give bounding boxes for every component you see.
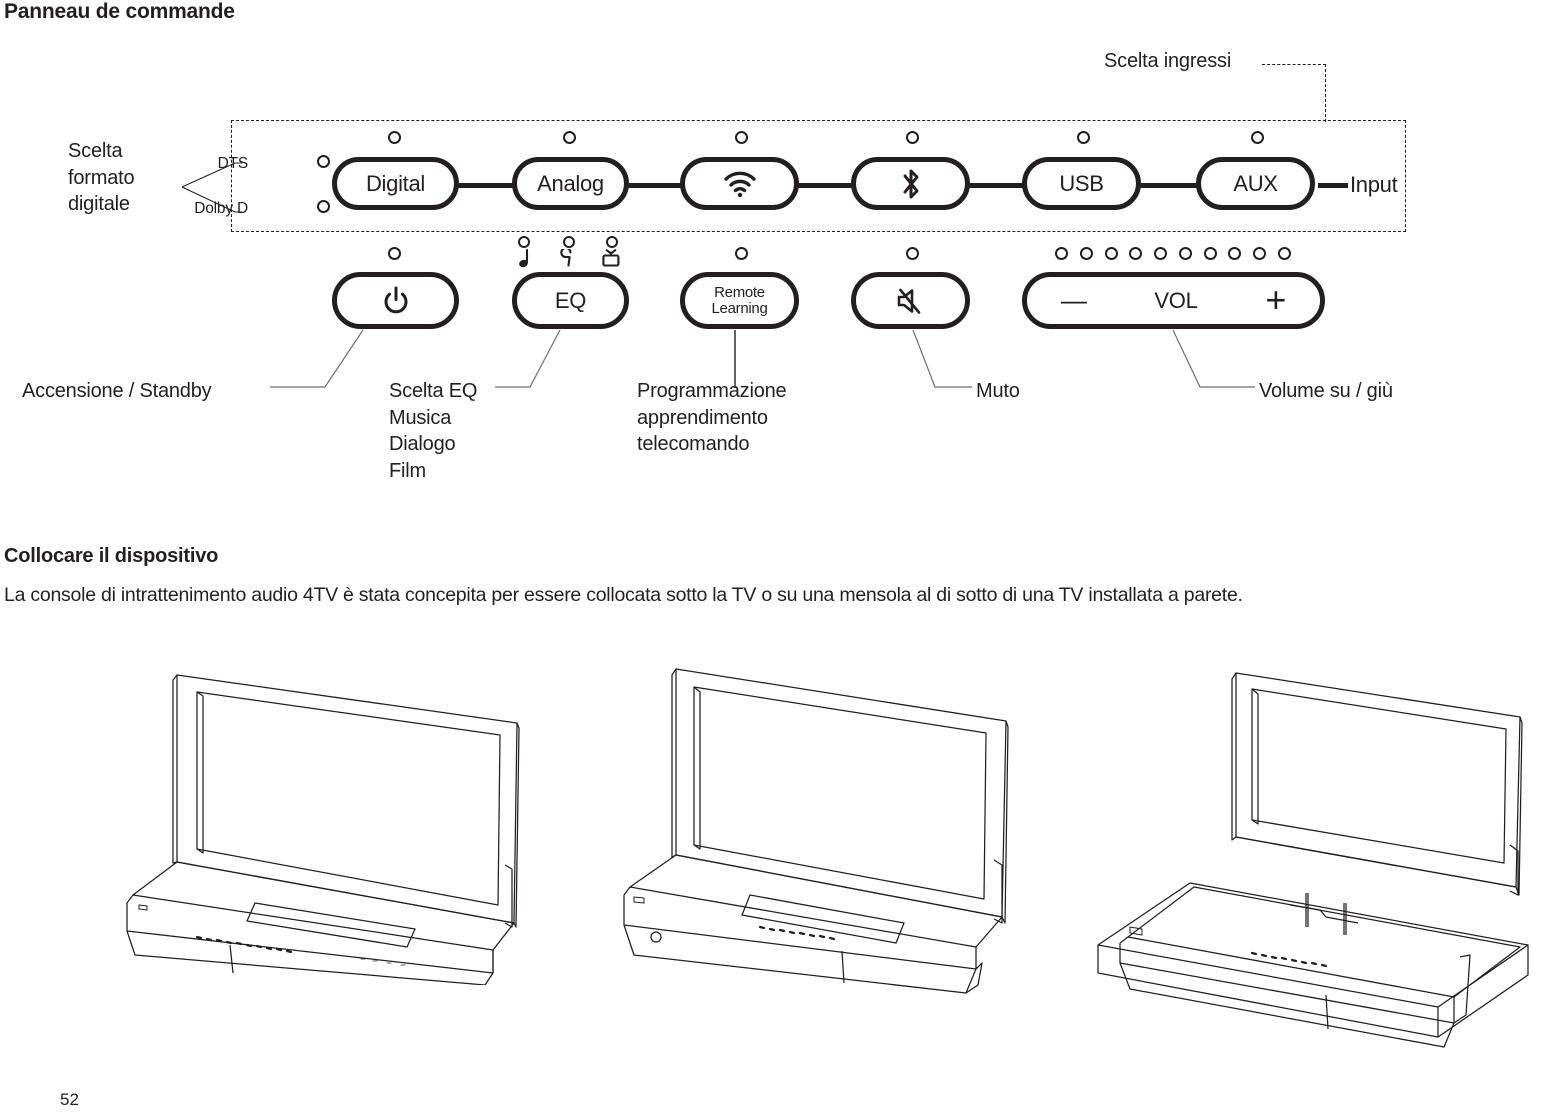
volume-label: VOL bbox=[1154, 287, 1198, 313]
remote-learning-status-led bbox=[735, 247, 748, 260]
placement-section-title: Collocare il dispositivo bbox=[4, 545, 219, 567]
dialogue-icon bbox=[560, 249, 572, 267]
tv-film-icon bbox=[602, 249, 620, 267]
callout-mute: Muto bbox=[976, 378, 1020, 405]
volume-up-label[interactable]: + bbox=[1265, 282, 1286, 318]
volume-led bbox=[1104, 247, 1118, 260]
aux-status-led bbox=[1251, 131, 1264, 144]
power-status-led bbox=[388, 247, 401, 260]
callout-eq-line1: Scelta EQ bbox=[389, 380, 478, 402]
wifi-icon bbox=[723, 171, 756, 197]
digital-status-led bbox=[388, 131, 401, 144]
volume-button[interactable]: — VOL + bbox=[1022, 272, 1325, 329]
mute-button[interactable] bbox=[851, 272, 970, 329]
eq-dialog-led bbox=[563, 236, 575, 248]
digital-button[interactable]: Digital bbox=[332, 157, 459, 210]
power-icon bbox=[384, 286, 407, 313]
callout-volume-line1: Volume su / giù bbox=[1259, 380, 1393, 402]
analog-status-led bbox=[563, 131, 576, 144]
analog-button-label: Analog bbox=[537, 170, 604, 196]
volume-led bbox=[1129, 247, 1143, 260]
page-number: 52 bbox=[60, 1090, 79, 1109]
volume-led bbox=[1228, 247, 1242, 260]
remote-learning-label-line2: Learning bbox=[711, 299, 768, 317]
callout-power: Accensione / Standby bbox=[22, 378, 212, 405]
input-terminal-label: Input bbox=[1350, 172, 1398, 197]
tv-on-console-front-illustration bbox=[126, 674, 520, 985]
wifi-status-led bbox=[735, 131, 748, 144]
aux-button[interactable]: AUX bbox=[1196, 157, 1315, 210]
volume-led-bar bbox=[1055, 247, 1291, 260]
volume-led bbox=[1178, 247, 1192, 260]
input-selection-leader-horizontal bbox=[1262, 64, 1326, 65]
input-selection-leader-vertical bbox=[1325, 64, 1326, 122]
volume-led bbox=[1079, 247, 1093, 260]
tv-on-console-angled-illustration bbox=[623, 668, 1009, 994]
eq-film-led bbox=[606, 236, 618, 248]
usb-button-label: USB bbox=[1059, 170, 1104, 196]
callout-eq-line2: Musica bbox=[389, 406, 452, 429]
analog-button[interactable]: Analog bbox=[512, 157, 629, 210]
volume-down-label[interactable]: — bbox=[1061, 286, 1087, 314]
volume-led bbox=[1253, 247, 1267, 260]
callout-eq-line4: Film bbox=[389, 459, 426, 482]
eq-button[interactable]: EQ bbox=[512, 272, 629, 329]
bluetooth-icon bbox=[903, 169, 918, 198]
mute-icon bbox=[897, 288, 920, 314]
callout-volume: Volume su / giù bbox=[1259, 378, 1393, 405]
connector-aux-input bbox=[1318, 183, 1348, 188]
callout-remote-learning-line3: telecomando bbox=[637, 433, 750, 456]
dts-label: DTS bbox=[217, 155, 249, 172]
aux-button-label: AUX bbox=[1233, 170, 1278, 196]
bluetooth-button[interactable] bbox=[851, 157, 970, 210]
callout-eq-line3: Dialogo bbox=[389, 433, 456, 456]
input-selection-label: Scelta ingressi bbox=[1104, 50, 1232, 72]
volume-led bbox=[1055, 247, 1068, 260]
remote-learning-button[interactable]: Remote Learning bbox=[680, 272, 799, 329]
callout-mute-line1: Muto bbox=[976, 380, 1020, 402]
mute-status-led bbox=[906, 247, 919, 260]
eq-music-led bbox=[518, 236, 530, 248]
digital-button-label: Digital bbox=[365, 170, 426, 196]
volume-led bbox=[1203, 247, 1217, 260]
music-note-icon bbox=[519, 249, 529, 268]
placement-section-paragraph: La console di intrattenimento audio 4TV … bbox=[4, 584, 1243, 606]
wifi-button[interactable] bbox=[680, 157, 799, 210]
dolby-d-label: Dolby D bbox=[194, 200, 248, 217]
power-button[interactable] bbox=[332, 272, 459, 329]
usb-button[interactable]: USB bbox=[1022, 157, 1141, 210]
usb-status-led bbox=[1077, 131, 1090, 144]
callout-remote-learning-line1: Programmazione bbox=[637, 380, 787, 402]
volume-led bbox=[1277, 247, 1291, 260]
callout-remote-learning: Programmazione apprendimento telecomando bbox=[637, 378, 787, 458]
volume-led bbox=[1154, 247, 1168, 260]
eq-button-label: EQ bbox=[554, 287, 587, 313]
callout-eq: Scelta EQ Musica Dialogo Film bbox=[389, 378, 477, 484]
control-panel-diagram: Scelta ingressi Scelta formato digitale … bbox=[0, 0, 1554, 520]
tv-wall-mounted-shelf-illustration bbox=[1097, 672, 1529, 1048]
remote-learning-label-line1: Remote bbox=[714, 283, 765, 301]
dolby-d-indicator-led bbox=[317, 200, 330, 213]
bluetooth-status-led bbox=[906, 131, 919, 144]
dts-indicator-led bbox=[317, 155, 330, 168]
callout-remote-learning-line2: apprendimento bbox=[637, 406, 768, 429]
callout-power-line1: Accensione / Standby bbox=[22, 380, 212, 402]
